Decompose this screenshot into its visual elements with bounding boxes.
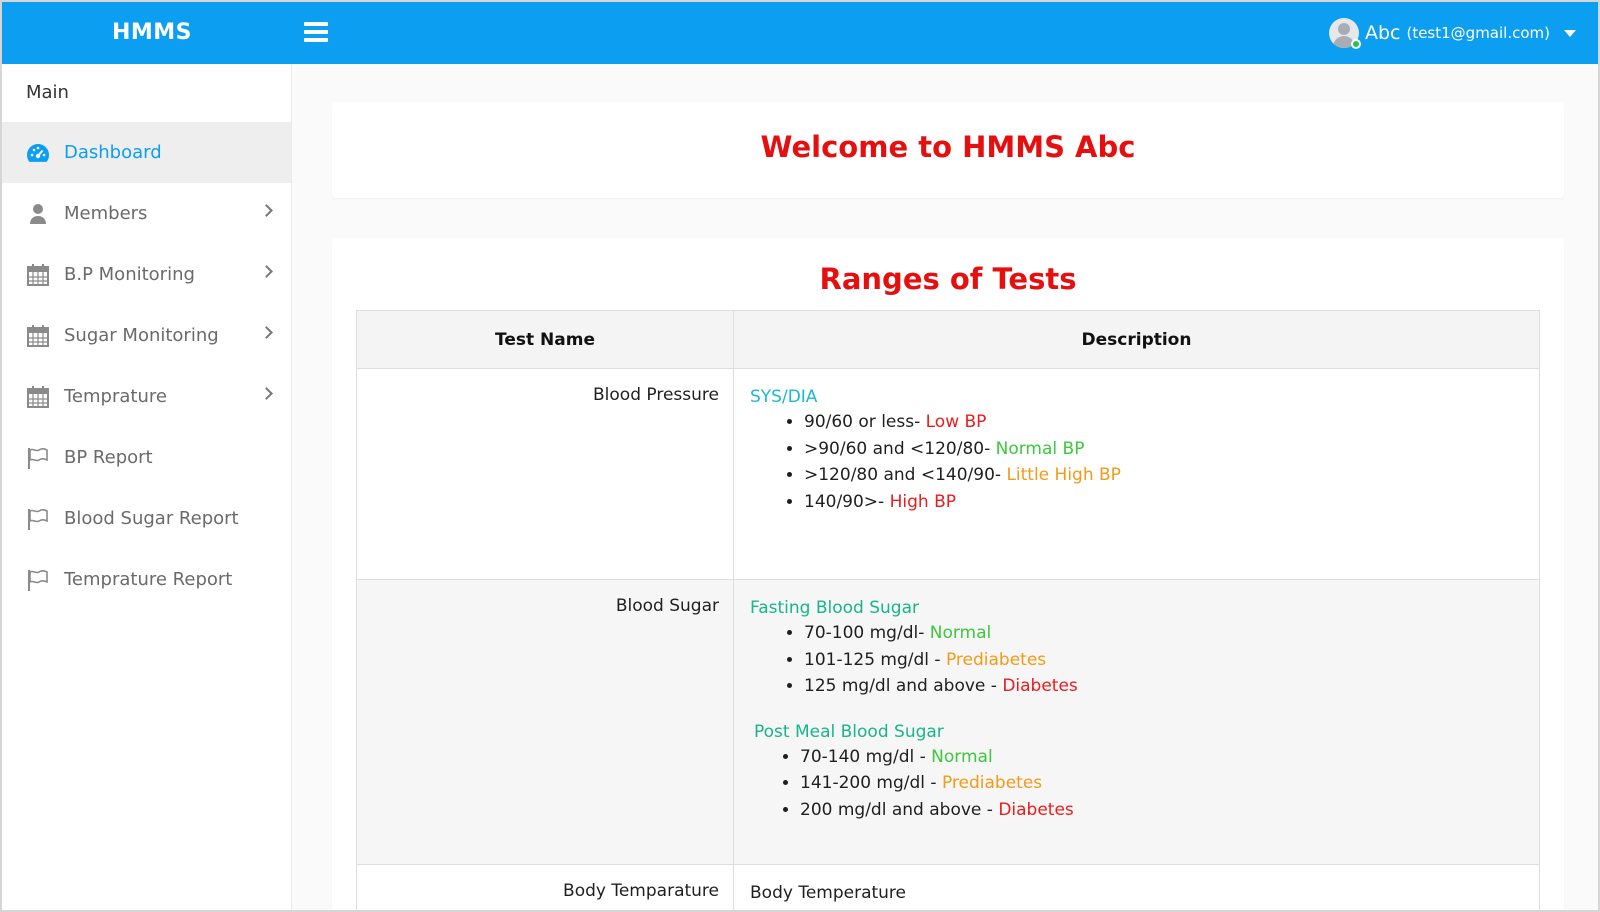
list-item: >120/80 and <140/90- Little High BP xyxy=(804,462,1539,489)
table-row: Blood Pressure SYS/DIA 90/60 or less- Lo… xyxy=(356,368,1540,580)
user-email: (test1@gmail.com) xyxy=(1406,24,1550,42)
flag-icon xyxy=(26,568,50,592)
welcome-title: Welcome to HMMS Abc xyxy=(760,130,1136,164)
brand-logo[interactable]: HMMS xyxy=(2,2,302,64)
list-item: 70-100 mg/dl- Normal xyxy=(804,620,1539,647)
list-item: >90/60 and <120/80- Normal BP xyxy=(804,436,1539,463)
welcome-card: Welcome to HMMS Abc xyxy=(332,102,1564,198)
range-list: 70-100 mg/dl- Normal 101-125 mg/dl - Pre… xyxy=(804,620,1539,700)
range-heading: Post Meal Blood Sugar xyxy=(754,721,944,742)
sidebar-item-label: BP Report xyxy=(64,447,153,468)
caret-down-icon xyxy=(1564,29,1576,37)
list-item: 90/60 or less- Low BP xyxy=(804,409,1539,436)
flag-icon xyxy=(26,446,50,470)
hamburger-menu-icon[interactable] xyxy=(304,22,328,42)
column-header-description: Description xyxy=(733,310,1540,369)
chevron-right-icon xyxy=(260,265,273,278)
sidebar: Main Dashboard Members B.P Monitoring Su… xyxy=(2,64,292,910)
table-row: Blood Sugar Fasting Blood Sugar 70-100 m… xyxy=(356,579,1540,865)
list-item: 125 mg/dl and above - Diabetes xyxy=(804,673,1539,700)
description-cell: Fasting Blood Sugar 70-100 mg/dl- Normal… xyxy=(733,579,1540,865)
test-name-cell: Blood Pressure xyxy=(356,368,734,580)
app-frame: HMMS Abc (test1@gmail.com) Main Dashboar… xyxy=(0,0,1600,912)
sidebar-item-label: Dashboard xyxy=(64,142,162,163)
ranges-table: Test Name Description Blood Pressure SYS… xyxy=(356,310,1540,910)
user-name: Abc xyxy=(1364,22,1401,44)
status-label: Normal xyxy=(929,623,992,643)
list-item: 101-125 mg/dl - Prediabetes xyxy=(804,647,1539,674)
chevron-right-icon xyxy=(260,387,273,400)
sidebar-item-label: Blood Sugar Report xyxy=(64,508,239,529)
status-label: Diabetes xyxy=(998,799,1074,820)
range-list: 70-140 mg/dl - Normal 141-200 mg/dl - Pr… xyxy=(800,744,1539,824)
list-item: 140/90>- High BP xyxy=(804,489,1539,516)
test-name-cell: Blood Sugar xyxy=(356,579,734,865)
ranges-title: Ranges of Tests xyxy=(819,262,1077,296)
status-label: Little High BP xyxy=(1006,465,1121,485)
calendar-icon xyxy=(26,385,50,409)
calendar-icon xyxy=(26,324,50,348)
sidebar-item-temprature-report[interactable]: Temprature Report xyxy=(2,549,291,610)
range-heading: SYS/DIA xyxy=(750,387,818,407)
calendar-icon xyxy=(26,263,50,287)
top-header: HMMS Abc (test1@gmail.com) xyxy=(2,2,1598,64)
sidebar-item-members[interactable]: Members xyxy=(2,183,291,244)
status-label: Normal BP xyxy=(995,438,1085,459)
status-label: High BP xyxy=(889,491,956,512)
sidebar-item-label: B.P Monitoring xyxy=(64,264,195,285)
table-header-row: Test Name Description xyxy=(356,310,1540,369)
sidebar-item-blood-sugar-report[interactable]: Blood Sugar Report xyxy=(2,488,291,549)
range-heading: Body Temperature xyxy=(750,883,907,903)
sidebar-item-temprature[interactable]: Temprature xyxy=(2,366,291,427)
status-label: Prediabetes xyxy=(945,649,1047,670)
sidebar-item-sugar-monitoring[interactable]: Sugar Monitoring xyxy=(2,305,291,366)
sidebar-section-title: Main xyxy=(26,82,69,103)
column-header-test-name: Test Name xyxy=(356,310,734,369)
status-label: Diabetes xyxy=(1002,676,1078,696)
list-item: 70-140 mg/dl - Normal xyxy=(800,744,1539,771)
table-row: Body Temparature Body Temperature xyxy=(356,864,1540,910)
sidebar-item-bp-monitoring[interactable]: B.P Monitoring xyxy=(2,244,291,305)
chevron-right-icon xyxy=(260,326,273,339)
description-cell: SYS/DIA 90/60 or less- Low BP >90/60 and… xyxy=(733,368,1540,580)
online-status-icon xyxy=(1350,39,1361,49)
description-cell: Body Temperature xyxy=(733,864,1540,910)
status-label: Normal xyxy=(931,746,993,767)
status-label: Prediabetes xyxy=(941,773,1043,793)
avatar xyxy=(1328,18,1365,49)
range-list: 90/60 or less- Low BP >90/60 and <120/80… xyxy=(804,409,1539,515)
ranges-card: Ranges of Tests Test Name Description Bl… xyxy=(332,238,1564,910)
list-item: 141-200 mg/dl - Prediabetes xyxy=(800,770,1539,797)
range-heading: Fasting Blood Sugar xyxy=(750,598,919,618)
status-label: Low BP xyxy=(925,412,987,432)
chevron-right-icon xyxy=(260,204,273,217)
sidebar-item-bp-report[interactable]: BP Report xyxy=(2,427,291,488)
dashboard-gauge-icon xyxy=(26,141,50,165)
test-name-cell: Body Temparature xyxy=(356,864,734,910)
sidebar-item-dashboard[interactable]: Dashboard xyxy=(2,122,291,183)
user-icon xyxy=(26,202,50,226)
list-item: 200 mg/dl and above - Diabetes xyxy=(800,797,1539,824)
sidebar-item-label: Sugar Monitoring xyxy=(64,325,219,346)
user-menu[interactable]: Abc (test1@gmail.com) xyxy=(1328,2,1576,64)
sidebar-item-label: Members xyxy=(64,203,148,224)
flag-icon xyxy=(26,507,50,531)
sidebar-item-label: Temprature Report xyxy=(64,569,233,590)
sidebar-item-label: Temprature xyxy=(64,386,167,407)
